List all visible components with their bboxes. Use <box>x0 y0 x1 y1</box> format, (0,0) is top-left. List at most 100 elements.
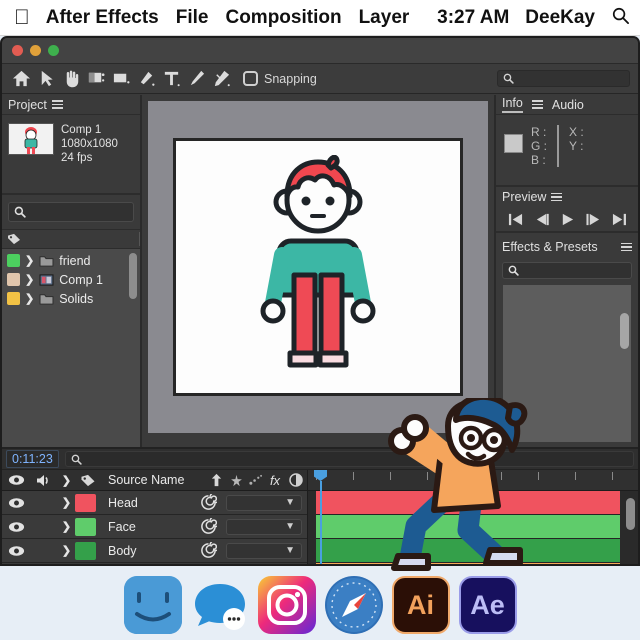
zoom-button[interactable] <box>48 45 59 56</box>
snapping-checkbox[interactable] <box>243 71 258 86</box>
composition-frame[interactable] <box>173 138 463 396</box>
project-scrollbar[interactable] <box>129 253 137 299</box>
play-button[interactable] <box>559 212 576 232</box>
layer-bar-head[interactable] <box>316 491 620 515</box>
clone-stamp-tool-icon[interactable] <box>210 68 233 90</box>
apple-logo-icon[interactable]:  <box>14 7 30 28</box>
menu-item-after-effects[interactable]: After Effects <box>46 7 159 29</box>
next-frame-button[interactable] <box>585 212 602 232</box>
after-effects-icon[interactable]: Ae <box>458 576 517 634</box>
menubar-username[interactable]: DeeKay <box>525 7 595 29</box>
effects-panel-header: Effects & Presets <box>496 237 638 257</box>
close-button[interactable] <box>12 45 23 56</box>
zoom-tool-icon[interactable] <box>85 68 108 90</box>
mac-dock: Ai Ae <box>0 566 640 640</box>
tab-info[interactable]: Info <box>502 96 523 113</box>
project-item-solids[interactable]: ❯ Solids <box>2 289 140 308</box>
layer-color-swatch[interactable] <box>75 493 100 512</box>
ae-toolbar: Snapping <box>2 64 638 94</box>
hamburger-icon[interactable] <box>621 241 632 254</box>
brush-tool-icon[interactable] <box>185 68 208 90</box>
table-row[interactable]: ❯ Body ▼ <box>2 539 307 563</box>
comp-resolution: 1080x1080 <box>61 138 118 150</box>
timeline-search-input[interactable] <box>64 451 634 467</box>
chevron-right-icon[interactable]: ❯ <box>58 496 75 509</box>
layer-visibility-toggle[interactable] <box>2 545 30 557</box>
chevron-right-icon[interactable]: ❯ <box>25 292 34 305</box>
parent-icon <box>205 470 227 490</box>
chevron-right-icon[interactable]: ❯ <box>58 520 75 533</box>
timeline-ruler[interactable] <box>308 470 638 491</box>
toolbar-search-input[interactable] <box>497 70 630 87</box>
safari-icon[interactable] <box>324 576 383 634</box>
hamburger-icon[interactable] <box>51 98 63 111</box>
parent-dropdown[interactable]: ▼ <box>226 542 302 559</box>
layer-visibility-toggle[interactable] <box>2 497 30 509</box>
project-search-input[interactable] <box>8 202 134 222</box>
project-item-friend[interactable]: ❯ friend <box>2 251 140 270</box>
messages-icon[interactable] <box>191 576 249 634</box>
home-tool-icon[interactable] <box>10 68 33 90</box>
layer-name[interactable]: Face <box>100 520 190 534</box>
info-b-label: B : <box>531 153 546 167</box>
tab-audio[interactable]: Audio <box>552 98 584 112</box>
info-g-label: G : <box>531 139 548 153</box>
timecode-display[interactable]: 0:11:23 <box>6 450 59 468</box>
timeline-scrollbar[interactable] <box>626 498 635 530</box>
table-row[interactable]: ❯ Head ▼ <box>2 491 307 515</box>
parent-dropdown[interactable]: ▼ <box>226 518 302 535</box>
table-row[interactable]: ❯ Face ▼ <box>2 515 307 539</box>
layer-bar-body[interactable] <box>316 539 620 563</box>
layer-name[interactable]: Head <box>100 496 190 510</box>
comp-thumbnail[interactable] <box>8 123 54 155</box>
layer-visibility-toggle[interactable] <box>2 521 30 533</box>
hamburger-icon[interactable] <box>531 98 543 111</box>
layer-name[interactable]: Body <box>100 544 190 558</box>
parent-dropdown[interactable]: ▼ <box>226 494 302 511</box>
tag-icon <box>8 233 20 245</box>
menu-item-file[interactable]: File <box>176 7 209 29</box>
selection-tool-icon[interactable] <box>35 68 58 90</box>
source-name-column-header: Source Name <box>108 473 185 487</box>
layer-bar-face[interactable] <box>316 515 620 539</box>
project-item-comp1[interactable]: ❯ Comp 1 <box>2 270 140 289</box>
finder-icon[interactable] <box>123 576 182 634</box>
chevron-right-icon[interactable]: ❯ <box>25 273 34 286</box>
previous-frame-button[interactable] <box>533 212 550 232</box>
viewer-character-illustration <box>260 154 376 367</box>
text-tool-icon[interactable] <box>160 68 183 90</box>
layer-bars <box>308 491 638 564</box>
hand-tool-icon[interactable] <box>60 68 83 90</box>
layer-switch-icon[interactable] <box>190 542 226 559</box>
hamburger-icon[interactable] <box>551 191 563 204</box>
info-panel-body: R : G : B : X : Y : <box>496 115 638 187</box>
illustrator-icon[interactable]: Ai <box>391 576 450 634</box>
playhead[interactable] <box>314 470 327 564</box>
menu-item-layer[interactable]: Layer <box>359 7 410 29</box>
minimize-button[interactable] <box>30 45 41 56</box>
timeline-track-area[interactable] <box>308 470 638 564</box>
layer-color-swatch[interactable] <box>75 517 100 536</box>
rotation-tool-icon[interactable] <box>110 68 133 90</box>
effects-scrollbar[interactable] <box>620 313 629 349</box>
first-frame-button[interactable] <box>507 212 524 232</box>
last-frame-button[interactable] <box>611 212 628 232</box>
layer-switch-icon[interactable] <box>190 494 226 511</box>
illustrator-label: Ai <box>407 589 434 620</box>
comp-metadata: Comp 1 1080x1080 24 fps <box>61 123 118 185</box>
instagram-icon[interactable] <box>257 576 316 634</box>
layer-color-swatch[interactable] <box>75 541 100 560</box>
after-effects-label: Ae <box>470 589 505 620</box>
motion-blur-icon <box>246 470 265 490</box>
chevron-right-icon[interactable]: ❯ <box>25 254 34 267</box>
menu-item-composition[interactable]: Composition <box>225 7 341 29</box>
layer-switch-icon[interactable] <box>190 518 226 535</box>
audio-column-icon <box>30 470 58 490</box>
anchor-point-tool-icon[interactable] <box>135 68 158 90</box>
search-icon[interactable] <box>611 6 630 30</box>
effects-search-input[interactable] <box>502 262 632 279</box>
viewer-stage[interactable] <box>148 101 488 433</box>
snapping-label: Snapping <box>264 71 317 86</box>
effects-list[interactable] <box>502 284 632 443</box>
chevron-right-icon[interactable]: ❯ <box>58 544 75 557</box>
